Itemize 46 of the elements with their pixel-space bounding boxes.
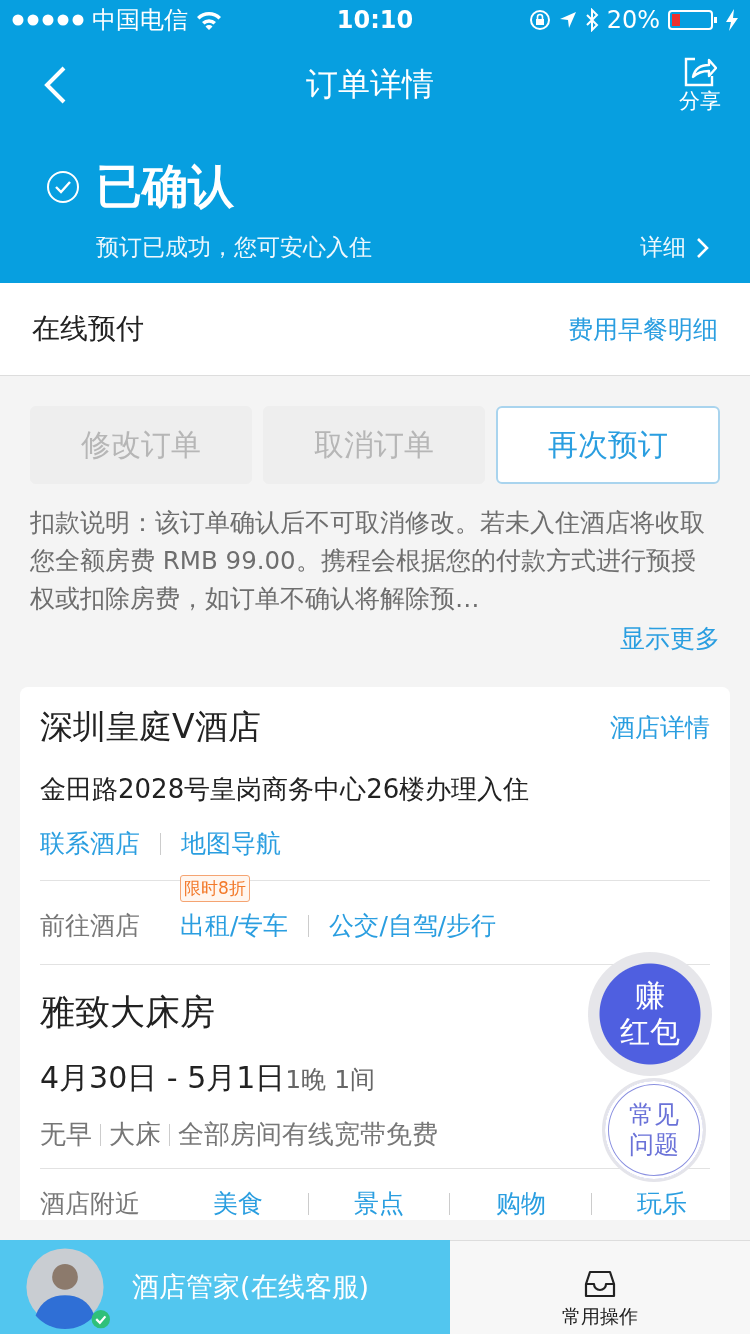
charge-notice: 扣款说明：该订单确认后不可取消修改。若未入住酒店将收取您全额房费 RMB 99.00。携程会根据您的付款方式进行预授权或扣除房费，如订单不确认将解除预…: [30, 507, 706, 615]
nearby-link[interactable]: 景点: [354, 1187, 405, 1220]
hotel-name: 深圳皇庭V酒店: [40, 706, 261, 748]
order-action-button[interactable]: 再次预订: [496, 406, 720, 484]
clock-time: 10:10: [336, 6, 414, 34]
bluetooth-icon: [584, 8, 599, 32]
share-icon: [683, 55, 717, 87]
transport-label: 前往酒店: [40, 910, 141, 942]
stay-length: 1晚 1间: [285, 1064, 376, 1096]
charging-icon: [726, 9, 738, 31]
avatar-icon: [26, 1248, 104, 1330]
order-status: 已确认: [96, 158, 234, 215]
fee-breakdown-link[interactable]: 费用早餐明细: [568, 312, 718, 346]
hotel-detail-link[interactable]: 酒店详情: [610, 711, 710, 744]
nearby-label: 酒店附近: [40, 1188, 141, 1220]
check-circle-icon: [46, 170, 80, 204]
location-icon: [558, 11, 577, 29]
detail-link[interactable]: 详细: [640, 232, 710, 263]
battery-icon: [668, 9, 718, 31]
transport-link[interactable]: 出租/专车: [180, 909, 289, 942]
carrier-name: 中国电信: [92, 5, 188, 36]
nearby-link[interactable]: 购物: [495, 1187, 546, 1220]
page-title: 订单详情: [306, 64, 434, 105]
room-name: 雅致大床房: [40, 991, 215, 1034]
chevron-right-icon: [696, 236, 710, 259]
nearby-link[interactable]: 玩乐: [637, 1187, 688, 1220]
payment-type: 在线预付: [32, 311, 144, 347]
room-feature: 全部房间有线宽带免费: [178, 1118, 438, 1151]
room-feature: 无早: [40, 1118, 92, 1151]
wifi-icon: [196, 10, 222, 30]
discount-tag: 限时8折: [180, 875, 250, 902]
transport-link[interactable]: 公交/自驾/步行: [329, 909, 497, 942]
hotel-action-link[interactable]: 地图导航: [181, 827, 281, 860]
customer-service-button[interactable]: 酒店管家(在线客服): [132, 1269, 370, 1305]
rotation-lock-icon: [528, 9, 551, 31]
show-more-link[interactable]: 显示更多: [620, 622, 720, 655]
stay-dates: 4月30日 - 5月1日: [40, 1059, 286, 1097]
hotel-address: 金田路2028号皇岗商务中心26楼办理入住: [40, 773, 531, 806]
status-message: 预订已成功，您可安心入住: [96, 233, 372, 262]
signal-icon: [12, 14, 84, 26]
nearby-link[interactable]: 美食: [212, 1187, 263, 1220]
hotel-action-link[interactable]: 联系酒店: [40, 827, 140, 860]
battery-percent: 20%: [606, 6, 660, 34]
tray-icon: [584, 1270, 616, 1298]
share-button[interactable]: 分享: [670, 55, 730, 115]
room-feature: 大床: [109, 1118, 161, 1151]
